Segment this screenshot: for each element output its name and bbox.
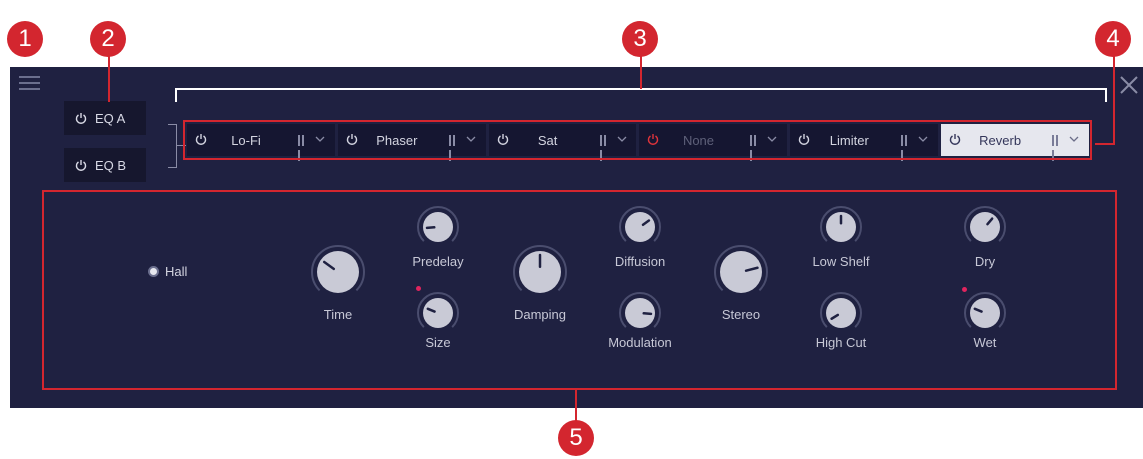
callout-line [1095,143,1115,145]
eq-a-button[interactable]: EQ A [64,101,146,135]
routing-bracket [168,124,177,168]
callout-5: 5 [558,420,594,456]
close-icon[interactable] [1118,74,1140,96]
bracket-line [175,88,177,102]
callout-frame-parameters [42,190,1117,390]
callout-line [108,56,110,102]
callout-line [640,56,642,89]
eq-b-button[interactable]: EQ B [64,148,146,182]
eq-b-label: EQ B [95,157,127,173]
callout-1: 1 [7,21,43,57]
callout-line [575,390,577,424]
power-icon [75,113,87,124]
eq-a-label: EQ A [95,110,126,126]
callout-line [1113,56,1115,144]
bracket-line [1105,88,1107,102]
hamburger-icon[interactable] [19,76,40,90]
callout-2: 2 [90,21,126,57]
callout-frame-slots [183,120,1092,160]
callout-4: 4 [1095,21,1131,57]
power-icon [75,160,87,171]
callout-3: 3 [622,21,658,57]
